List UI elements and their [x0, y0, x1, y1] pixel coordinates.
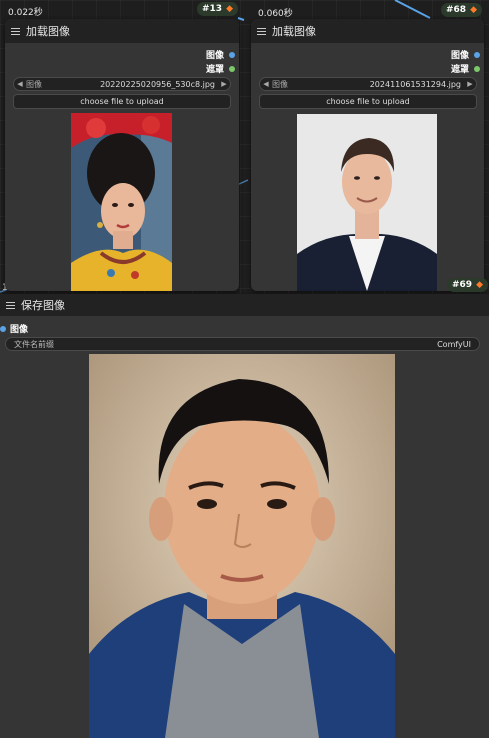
- node-id-text: #68: [446, 5, 467, 15]
- node-title-bar[interactable]: 加载图像: [251, 19, 484, 43]
- output-mask[interactable]: 遮罩: [206, 62, 235, 75]
- output-image[interactable]: 图像: [206, 48, 235, 61]
- output-image[interactable]: 图像: [451, 48, 480, 61]
- input-label: 图像: [10, 325, 29, 335]
- menu-icon[interactable]: [6, 301, 15, 309]
- load-image-node-right[interactable]: 加载图像 图像 遮罩 ◀ 图像 20241106153129​4.jpg ▶ c…: [251, 19, 488, 292]
- output-slot-dot[interactable]: [474, 51, 480, 58]
- node-title: 保存图像: [21, 299, 65, 312]
- field-label: 文件名前缀: [14, 339, 54, 349]
- image-preview: [297, 114, 437, 291]
- field-value: ComfyUI: [437, 339, 471, 349]
- filename-prefix-field[interactable]: 文件名前缀 ComfyUI: [5, 337, 480, 351]
- node-id-text: #69: [452, 280, 473, 290]
- node-id-text: #13: [202, 4, 223, 14]
- menu-icon[interactable]: [11, 27, 20, 35]
- menu-icon[interactable]: [257, 27, 266, 35]
- image-select[interactable]: ◀ 图像 20241106153129​4.jpg ▶: [259, 77, 477, 91]
- portrait-man-image: [297, 114, 437, 291]
- output-label: 遮罩: [450, 65, 469, 75]
- node-id-badge-bottom: #69 ◆: [447, 278, 488, 292]
- node-title: 加载图像: [272, 25, 316, 38]
- arrow-left-icon[interactable]: ◀: [14, 80, 26, 88]
- node-title: 加载图像: [26, 25, 70, 38]
- timing-right: 0.060秒: [258, 9, 293, 19]
- arrow-right-icon[interactable]: ▶: [464, 80, 476, 88]
- arrow-left-icon[interactable]: ◀: [260, 80, 272, 88]
- node-title-bar[interactable]: 加载图像: [5, 19, 239, 43]
- image-preview: [71, 113, 172, 291]
- timing-left: 0.022秒: [8, 8, 43, 18]
- select-label: 图像: [272, 79, 288, 89]
- fox-icon: ◆: [476, 280, 483, 290]
- portrait-boy-image: [89, 354, 395, 738]
- select-value: 20220225020956_530c8.jpg: [100, 79, 215, 89]
- save-image-node[interactable]: 保存图像 图像 文件名前缀 ComfyUI: [0, 294, 489, 738]
- output-label: 图像: [450, 51, 469, 61]
- output-slot-dot[interactable]: [229, 65, 235, 72]
- select-value: 20241106153129​4.jpg: [369, 79, 461, 89]
- node-id-badge-left: #13 ◆: [197, 2, 238, 16]
- fox-icon: ◆: [470, 5, 477, 15]
- node-id-badge-right: #68 ◆: [441, 3, 482, 17]
- portrait-woman-image: [71, 113, 172, 291]
- load-image-node-left[interactable]: 加载图像 图像 遮罩 ◀ 图像 20220225020956_530c8.jpg…: [5, 19, 239, 291]
- upload-button[interactable]: choose file to upload: [13, 94, 231, 109]
- image-select[interactable]: ◀ 图像 20220225020956_530c8.jpg ▶: [13, 77, 231, 91]
- output-image-preview: [89, 354, 395, 738]
- input-slot-dot[interactable]: [0, 325, 6, 332]
- input-image[interactable]: 图像: [0, 322, 28, 335]
- output-mask[interactable]: 遮罩: [451, 62, 480, 75]
- upload-button[interactable]: choose file to upload: [259, 94, 477, 109]
- node-title-bar[interactable]: 保存图像: [0, 294, 489, 316]
- fox-icon: ◆: [226, 4, 233, 14]
- output-label: 图像: [205, 51, 224, 61]
- select-label: 图像: [26, 79, 42, 89]
- output-label: 遮罩: [205, 65, 224, 75]
- arrow-right-icon[interactable]: ▶: [218, 80, 230, 88]
- output-slot-dot[interactable]: [474, 65, 480, 72]
- output-slot-dot[interactable]: [229, 51, 235, 58]
